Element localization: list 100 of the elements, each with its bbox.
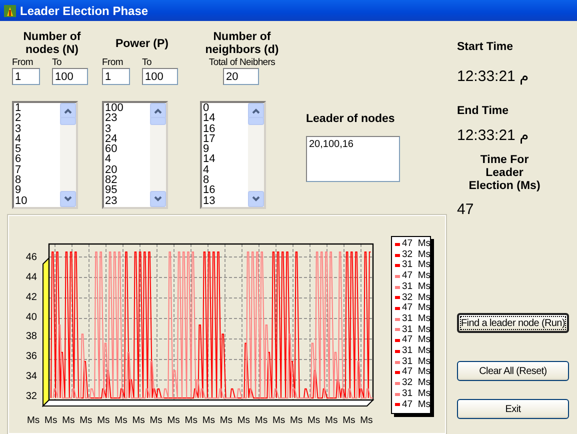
field-label: Total of Neibhers [208,57,276,68]
legend-label: 32 Ms [402,250,431,260]
scroll-up-button[interactable] [248,103,264,119]
list-item[interactable]: 16 [203,124,248,134]
scroll-down-button[interactable] [150,191,166,207]
list-item[interactable]: 1 [15,103,60,114]
list-box[interactable]: 1 2 3 4 5 6 7 8 9 10 [12,101,78,209]
list-item[interactable]: 2 [15,113,60,124]
action-button[interactable]: Find a leader node (Run) [457,313,569,333]
axis-label: 40 [26,312,37,324]
list-item[interactable]: 17 [203,134,248,144]
time-value: 12:33:21 م [457,126,530,146]
leader-output-field[interactable]: 20,100,16 [306,136,400,182]
field-label: From [102,57,124,68]
axis-label: Ms [325,414,338,426]
legend-label: 31 Ms [402,324,431,336]
axis-label: Ms [150,414,162,426]
list-item[interactable]: 95 [105,185,150,196]
legend-label: 47 Ms [402,400,431,410]
scrollbar-thumb[interactable] [248,117,264,125]
list-item[interactable]: 5 [15,144,60,154]
input-field[interactable]: 1 [12,68,40,85]
action-button[interactable]: Clear All (Reset) [457,361,569,381]
list-item[interactable]: 9 [15,185,60,196]
axis-label: 32 [26,390,37,403]
list-item[interactable]: 0 [203,103,248,114]
list-item[interactable]: 6 [15,154,60,165]
list-item[interactable]: 8 [15,175,60,186]
input-field[interactable]: 20 [223,68,259,85]
scroll-down-button[interactable] [248,191,264,207]
field-label: From [12,57,34,68]
axis-label: Ms [202,414,215,426]
legend-label: 31 Ms [402,260,431,272]
legend-label: 31 Ms [402,282,431,293]
time-label: Start Time [457,40,514,55]
axis-label: Ms [132,414,145,426]
list-item[interactable]: 4 [105,154,150,165]
app-icon [3,4,17,18]
axis-label: Ms [184,414,198,426]
axis-label: Ms [272,414,286,426]
axis-label: Ms [62,414,75,426]
axis-label: Ms [308,414,320,426]
axis-label: 38 [26,331,37,344]
time-value: 12:33:21 م [457,67,530,88]
chevron-up-icon [154,108,162,114]
list-item[interactable]: 82 [105,175,150,186]
field-label: To [142,57,152,68]
elapsed-value: 47 [457,200,475,220]
action-button[interactable]: Exit [457,399,569,419]
list-item[interactable]: 23 [105,113,150,124]
list-item[interactable]: 20 [105,164,150,176]
legend-label: 47 Ms [402,335,431,346]
list-item[interactable]: 14 [203,113,248,124]
input-field[interactable]: 100 [52,68,88,85]
axis-label: Ms [114,414,128,426]
list-box[interactable]: 0 14 16 17 9 14 4 8 16 13 [200,101,266,209]
chevron-up-icon [252,108,260,114]
input-field[interactable]: 100 [142,68,178,85]
axis-label: 46 [26,252,37,264]
scroll-up-button[interactable] [150,103,166,119]
chevron-down-icon [154,196,162,202]
list-item[interactable]: 9 [203,144,248,154]
legend-label: 31 Ms [402,356,431,368]
window-title: Leader Election Phase [20,2,148,20]
list-item[interactable]: 4 [15,134,60,144]
list-item[interactable]: 8 [203,175,248,186]
axis-label: Ms [254,414,268,426]
legend-label: 47 Ms [402,367,431,378]
chevron-down-icon [64,196,72,202]
list-item[interactable]: 23 [105,196,150,206]
list-item[interactable]: 16 [203,185,248,196]
list-item[interactable]: 13 [203,196,248,206]
chevron-down-icon [252,196,260,202]
axis-label: Ms [27,414,40,426]
list-item[interactable]: 60 [105,144,150,154]
list-item[interactable]: 7 [15,164,60,176]
list-item[interactable]: 3 [105,124,150,134]
axis-label: Ms [360,414,373,426]
axis-label: 44 [26,272,37,284]
scrollbar-thumb[interactable] [150,117,166,125]
elapsed-label: Time For Leader Election (Ms) [468,154,542,192]
field-label: To [52,57,62,68]
list-item[interactable]: 100 [105,103,150,114]
scroll-up-button[interactable] [60,103,76,119]
time-label: End Time [457,104,510,119]
axis-label: Ms [167,414,180,426]
legend-label: 31 Ms [402,314,431,325]
axis-label: 36 [26,351,37,364]
list-item[interactable]: 14 [203,154,248,165]
axis-label: Ms [220,414,233,426]
legend-label: 47 Ms [402,271,431,282]
input-field[interactable]: 1 [102,68,130,85]
list-item[interactable]: 10 [15,196,60,206]
scrollbar-thumb[interactable] [60,117,76,125]
axis-label: 42 [26,292,37,304]
list-item[interactable]: 4 [203,164,248,176]
list-item[interactable]: 3 [15,124,60,134]
list-item[interactable]: 24 [105,134,150,144]
list-box[interactable]: 100 23 3 24 60 4 20 82 95 23 [102,101,168,209]
scroll-down-button[interactable] [60,191,76,207]
